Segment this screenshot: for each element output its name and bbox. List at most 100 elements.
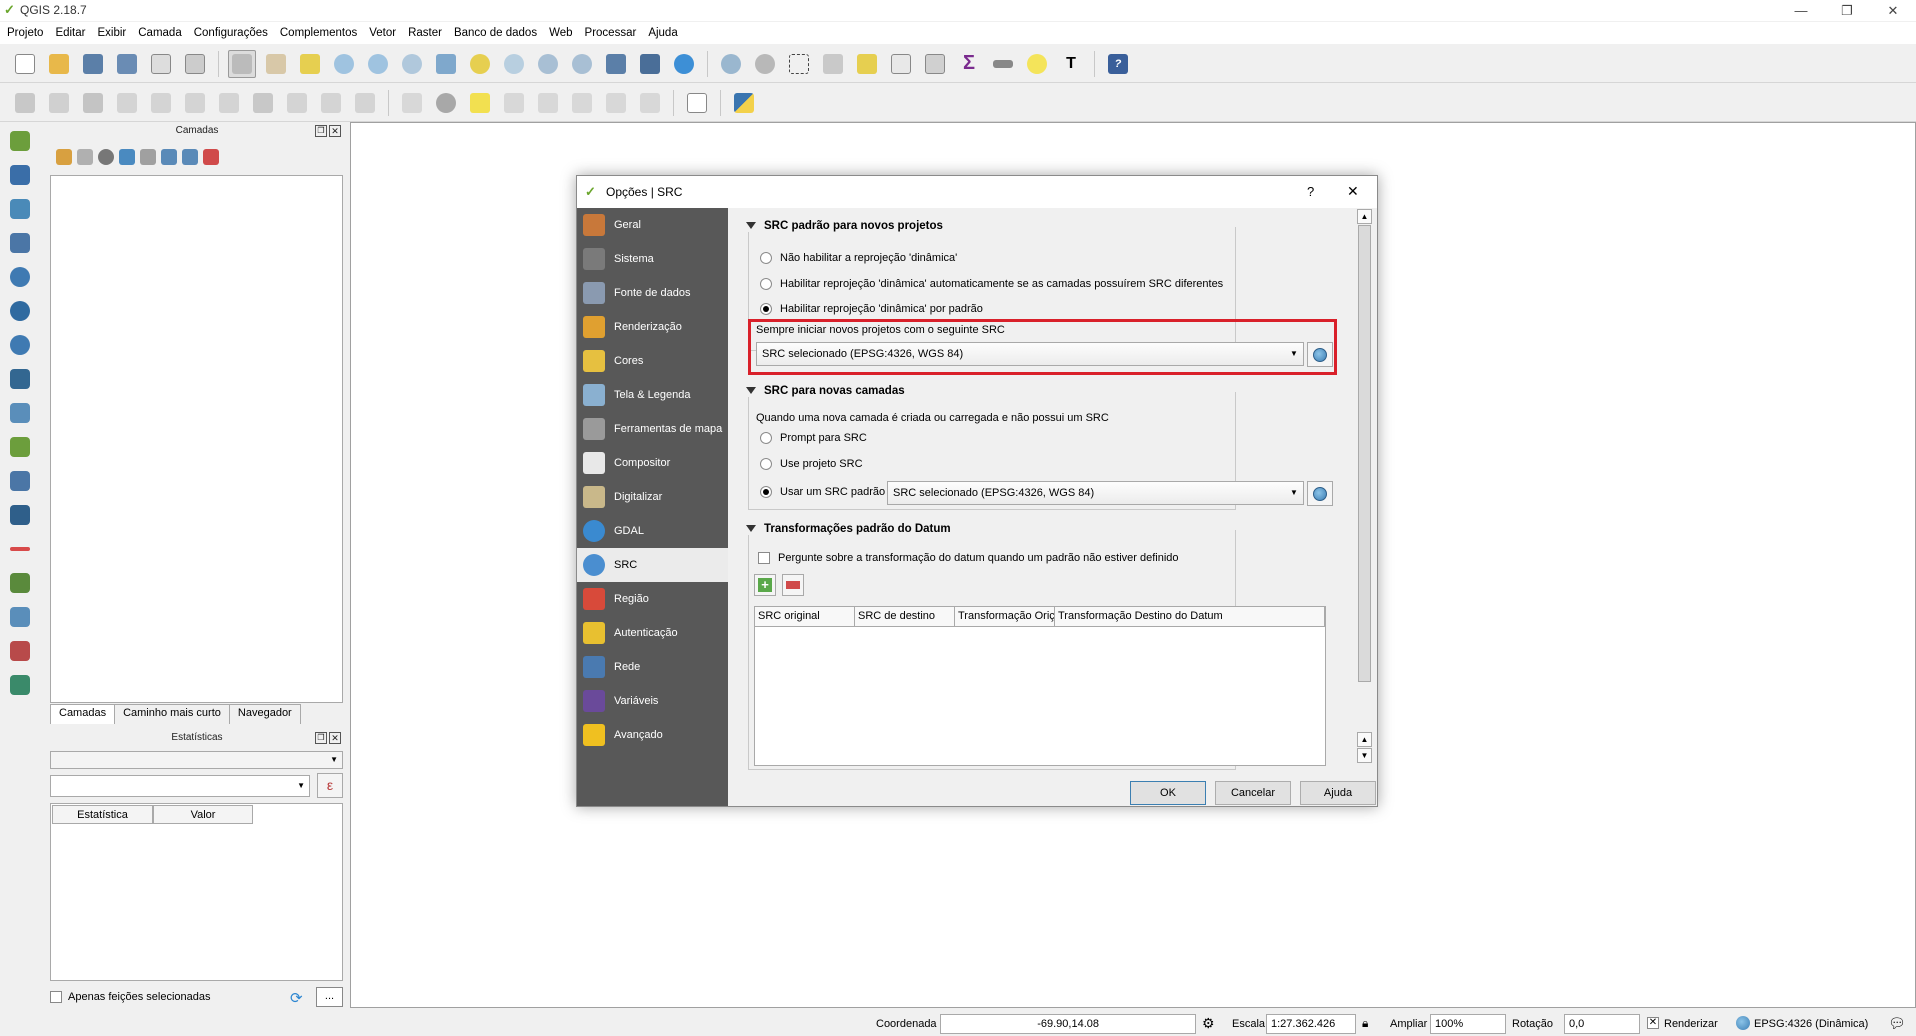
statistics-sigma-icon[interactable]: Σ (955, 50, 983, 78)
save-edits-icon[interactable] (79, 89, 107, 117)
tab-camadas[interactable]: Camadas (50, 704, 116, 724)
current-edits-icon[interactable] (11, 89, 39, 117)
menu-ajuda[interactable]: Ajuda (645, 22, 686, 44)
menu-web[interactable]: Web (546, 22, 581, 44)
nav-item-fonte-de-dados[interactable]: Fonte de dados (577, 276, 728, 310)
dialog-help-button[interactable]: ? (1307, 184, 1314, 199)
zoom-full-icon[interactable] (432, 50, 460, 78)
close-panel-icon[interactable]: ✕ (329, 125, 341, 137)
zoom-last-icon[interactable] (534, 50, 562, 78)
add-delimited-text-icon[interactable] (6, 195, 34, 223)
pan-to-selection-icon[interactable] (296, 50, 324, 78)
messages-icon[interactable]: 💬︎ (1888, 1015, 1906, 1032)
more-options-button[interactable]: ... (316, 987, 343, 1007)
ask-datum-checkbox[interactable]: Pergunte sobre a transformação do datum … (758, 552, 1179, 564)
layer-crs-select-button[interactable] (1307, 481, 1333, 506)
new-spatialite-layer-icon[interactable] (6, 467, 34, 495)
pan-map-icon[interactable] (262, 50, 290, 78)
zoom-out-icon[interactable] (364, 50, 392, 78)
zoom-selection-icon[interactable] (466, 50, 494, 78)
menu-banco-de-dados[interactable]: Banco de dados (451, 22, 546, 44)
nav-item-variaveis[interactable]: Variáveis (577, 684, 728, 718)
node-tool-icon[interactable] (215, 89, 243, 117)
menu-raster[interactable]: Raster (405, 22, 451, 44)
stats-col-valor[interactable]: Valor (153, 805, 253, 824)
new-print-composer-icon[interactable] (147, 50, 175, 78)
radio-no-otf[interactable]: Não habilitar a reprojeção 'dinâmica' (760, 252, 957, 264)
project-crs-select-button[interactable] (1307, 342, 1333, 367)
col-src-destino[interactable]: SRC de destino (855, 607, 955, 627)
col-transform-dest[interactable]: Transformação Destino do Datum (1055, 607, 1325, 627)
add-vector-layer-icon[interactable] (6, 127, 34, 155)
close-window-button[interactable]: ✕ (1870, 0, 1916, 21)
restore-button[interactable]: ❐ (1824, 0, 1870, 21)
save-project-icon[interactable] (79, 50, 107, 78)
identify-icon[interactable] (717, 50, 745, 78)
add-feature-icon[interactable] (113, 89, 141, 117)
measure-line-icon[interactable] (989, 50, 1017, 78)
manage-visibility-icon[interactable] (98, 149, 114, 165)
stats-layer-combo[interactable]: ▼ (50, 751, 343, 769)
label-toolbar-abc-icon[interactable] (398, 89, 426, 117)
remove-layer-icon[interactable] (203, 149, 219, 165)
add-postgis-icon[interactable] (6, 365, 34, 393)
change-label-icon[interactable] (636, 89, 664, 117)
paste-features-icon[interactable] (351, 89, 379, 117)
col-transform-origin[interactable]: Transformação Oriç (955, 607, 1055, 627)
field-calculator-icon[interactable] (921, 50, 949, 78)
refresh-stats-icon[interactable]: ⟳ (290, 989, 303, 1007)
zoom-native-icon[interactable] (398, 50, 426, 78)
add-raster-layer-icon[interactable] (6, 161, 34, 189)
layer-crs-combo[interactable]: SRC selecionado (EPSG:4326, WGS 84) ▼ (887, 481, 1304, 505)
add-wcs-icon[interactable] (6, 297, 34, 325)
georeferencer-icon[interactable] (6, 603, 34, 631)
move-feature-icon[interactable] (181, 89, 209, 117)
zoom-in-icon[interactable] (330, 50, 358, 78)
nav-item-rede[interactable]: Rede (577, 650, 728, 684)
cut-features-icon[interactable] (283, 89, 311, 117)
text-annotation-icon[interactable]: T (1057, 50, 1085, 78)
scroll-up-icon[interactable]: ▲ (1357, 209, 1372, 224)
road-graph-icon[interactable] (6, 569, 34, 597)
scroll-down-icon[interactable]: ▲ (1357, 732, 1372, 747)
radio-default-otf[interactable]: Habilitar reprojeção 'dinâmica' por padr… (760, 303, 983, 315)
close-stats-panel-icon[interactable]: ✕ (329, 732, 341, 744)
datum-transform-table[interactable]: SRC original SRC de destino Transformaçã… (754, 606, 1326, 766)
scroll-thumb[interactable] (1358, 225, 1371, 682)
select-features-icon[interactable] (785, 50, 813, 78)
float-stats-panel-icon[interactable]: ❐ (315, 732, 327, 744)
menu-editar[interactable]: Editar (52, 22, 94, 44)
topology-checker-icon[interactable] (6, 637, 34, 665)
radio-use-project-crs[interactable]: Use projeto SRC (760, 458, 863, 470)
refresh-icon[interactable] (670, 50, 698, 78)
menu-projeto[interactable]: Projeto (4, 22, 52, 44)
radio-use-default-crs[interactable]: Usar um SRC padrão (760, 486, 885, 498)
diagram-options-icon[interactable] (432, 89, 460, 117)
scale-combo[interactable]: 1:27.362.426 (1266, 1014, 1356, 1034)
remove-transform-button[interactable] (782, 574, 804, 596)
menu-configuracoes[interactable]: Configurações (191, 22, 277, 44)
group2-header[interactable]: SRC para novas camadas (746, 385, 911, 397)
tab-caminho-mais-curto[interactable]: Caminho mais curto (114, 704, 230, 724)
layer-styling-icon[interactable] (56, 149, 72, 165)
minimize-button[interactable]: — (1778, 0, 1824, 21)
nav-item-renderizacao[interactable]: Renderização (577, 310, 728, 344)
add-group-icon[interactable] (77, 149, 93, 165)
add-virtual-layer-icon[interactable] (6, 399, 34, 427)
new-project-icon[interactable] (11, 50, 39, 78)
action-icon[interactable] (751, 50, 779, 78)
menu-complementos[interactable]: Complementos (277, 22, 366, 44)
stats-col-estatistica[interactable]: Estatística (52, 805, 153, 824)
nav-item-src[interactable]: SRC (577, 548, 728, 582)
group3-header[interactable]: Transformações padrão do Datum (746, 523, 957, 535)
nav-item-gdal[interactable]: GDAL (577, 514, 728, 548)
python-console-icon[interactable] (730, 89, 758, 117)
menu-processar[interactable]: Processar (582, 22, 646, 44)
add-spatialite-icon[interactable] (6, 229, 34, 257)
attribute-table-icon[interactable] (887, 50, 915, 78)
add-wfs-icon[interactable] (6, 331, 34, 359)
collapse-all-icon[interactable] (182, 149, 198, 165)
render-checkbox[interactable]: ✕ (1647, 1017, 1659, 1029)
coordinate-toggle-icon[interactable]: ⚙ (1202, 1015, 1215, 1032)
delete-selected-icon[interactable] (249, 89, 277, 117)
